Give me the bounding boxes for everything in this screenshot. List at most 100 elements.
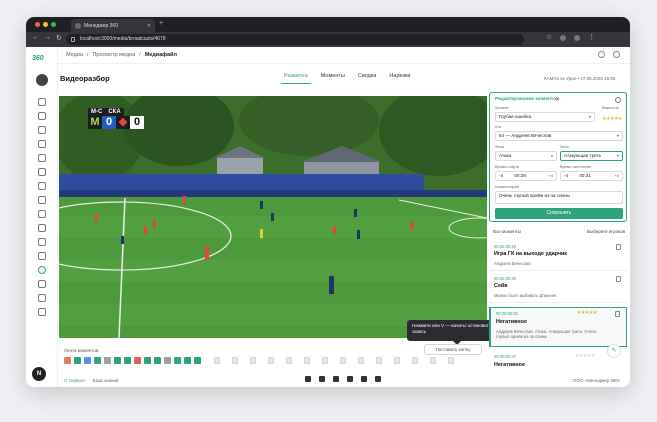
clipboard-icon[interactable] [38, 252, 46, 260]
trash-icon[interactable] [616, 244, 621, 250]
timeline-chip[interactable] [144, 357, 151, 364]
timeline-chip[interactable] [448, 357, 454, 364]
timeline-chip[interactable] [430, 357, 436, 364]
start-plus-button[interactable]: +4 [548, 172, 553, 180]
search-icon[interactable] [38, 182, 46, 190]
close-window-icon[interactable] [35, 22, 40, 27]
timeline-chip[interactable] [412, 357, 418, 364]
breadcrumb-media[interactable]: Медиа [66, 52, 83, 58]
end-time-field[interactable]: -4 00:31 +4 [560, 171, 623, 181]
extensions-icon[interactable] [560, 35, 567, 41]
tab-summary[interactable]: Сводка [358, 73, 377, 82]
save-button[interactable]: Сохранить [495, 208, 623, 219]
media-icon[interactable] [38, 266, 46, 274]
timeline-chip[interactable] [94, 357, 101, 364]
maximize-window-icon[interactable] [51, 22, 56, 27]
edit-fab-icon[interactable]: ✎ [607, 344, 621, 358]
timeline-chip[interactable] [214, 357, 220, 364]
tab-clips[interactable]: Нарезки [389, 73, 410, 82]
rutube-icon[interactable] [347, 376, 353, 382]
breadcrumb-view-media[interactable]: Просмотр медиа [92, 52, 135, 58]
url-field[interactable]: localhost:3000/media/broadcasts/4678 [66, 34, 524, 45]
home-icon[interactable] [38, 98, 46, 106]
list-item[interactable]: 00:26:00:30 Сейв Можно было выбивать Дли… [489, 273, 627, 303]
trash-icon[interactable] [615, 311, 620, 317]
help-icon[interactable] [598, 51, 605, 58]
start-time-field[interactable]: -4 00:28 +4 [495, 171, 557, 181]
x-icon[interactable] [375, 376, 381, 382]
telegram-icon[interactable] [305, 376, 311, 382]
list-item[interactable]: 00:26:00:20 Игра ГК на выходе ударчик Ан… [489, 241, 627, 271]
timeline-chip[interactable] [124, 357, 131, 364]
bookmark-star-icon[interactable]: ☆ [546, 34, 552, 41]
profile-icon[interactable] [574, 35, 581, 41]
timeline-chip[interactable] [74, 357, 81, 364]
timeline-chip[interactable] [268, 357, 274, 364]
about-link[interactable]: О сервисе [64, 378, 86, 383]
moment-select[interactable]: Грубая ошибка ▾ [495, 112, 595, 122]
list-item[interactable]: 00:30:00:47 ★★★★★ Негативное [489, 351, 627, 374]
edit-icon[interactable] [38, 210, 46, 218]
video-player[interactable]: M-C СКА M 0 ◆ 0 [59, 96, 487, 338]
filter-moments-select[interactable]: Все моменты [493, 229, 521, 234]
timeline-chip[interactable] [64, 357, 71, 364]
phase-select[interactable]: Атака ▾ [495, 151, 557, 161]
close-tab-icon[interactable]: ✕ [147, 23, 151, 29]
minimize-window-icon[interactable] [43, 22, 48, 27]
end-minus-button[interactable]: -4 [564, 173, 568, 178]
moment-timeline[interactable] [64, 357, 474, 365]
list-icon[interactable] [38, 224, 46, 232]
timeline-chip[interactable] [322, 357, 328, 364]
timeline-chip[interactable] [394, 357, 400, 364]
timeline-chip[interactable] [250, 357, 256, 364]
timeline-chip[interactable] [174, 357, 181, 364]
close-icon[interactable]: ✕ [555, 96, 560, 103]
timeline-chip[interactable] [194, 357, 201, 364]
zone-select[interactable]: Атакующая треть ▾ [560, 151, 623, 161]
file-icon[interactable] [38, 308, 46, 316]
timeline-chip[interactable] [286, 357, 292, 364]
importance-rating[interactable]: ★★★★★ [602, 116, 622, 122]
who-select[interactable]: 64 — Андреев Вячеслав ▾ [495, 131, 623, 141]
timeline-chip[interactable] [164, 357, 171, 364]
start-minus-button[interactable]: -4 [499, 173, 503, 178]
new-tab-icon[interactable]: + [159, 20, 163, 27]
timeline-chip[interactable] [358, 357, 364, 364]
vk-icon[interactable] [333, 376, 339, 382]
add-mark-button[interactable]: Поставить метку [424, 344, 482, 355]
timeline-chip[interactable] [376, 357, 382, 364]
filter-players-select[interactable]: Выберите игроков [587, 229, 625, 234]
timeline-chip[interactable] [304, 357, 310, 364]
info-icon[interactable] [615, 97, 621, 103]
comment-textarea[interactable]: Очень глупый приём из-за спины [495, 191, 623, 204]
tab-markup[interactable]: Разметка [281, 73, 311, 84]
timeline-chip[interactable] [134, 357, 141, 364]
timeline-chip[interactable] [340, 357, 346, 364]
video-icon[interactable] [38, 154, 46, 162]
timeline-chip[interactable] [84, 357, 91, 364]
app-logo[interactable]: 360 [32, 55, 44, 62]
timeline-chip[interactable] [184, 357, 191, 364]
reload-icon[interactable]: ↻ [56, 34, 62, 42]
timeline-chip[interactable] [232, 357, 238, 364]
users-icon[interactable] [38, 168, 46, 176]
chart-icon[interactable] [38, 196, 46, 204]
browser-tab[interactable]: Менеджер 360 ✕ [71, 19, 155, 32]
calendar-icon[interactable] [38, 112, 46, 120]
trash-icon[interactable] [616, 276, 621, 282]
menu-dots-icon[interactable]: ⋮ [588, 34, 595, 41]
book-icon[interactable] [38, 294, 46, 302]
ball-icon[interactable] [38, 126, 46, 134]
timeline-chip[interactable] [104, 357, 111, 364]
timeline-chip[interactable] [154, 357, 161, 364]
forward-icon[interactable]: → [44, 34, 51, 42]
avatar[interactable] [36, 74, 48, 86]
document-icon[interactable] [38, 140, 46, 148]
notifications-icon[interactable] [613, 51, 620, 58]
link-icon[interactable] [38, 280, 46, 288]
youtube-icon[interactable] [319, 376, 325, 382]
linkedin-icon[interactable] [361, 376, 367, 382]
timeline-chip[interactable] [114, 357, 121, 364]
end-plus-button[interactable]: +4 [614, 172, 619, 180]
knowledge-base-link[interactable]: База знаний [93, 378, 119, 383]
